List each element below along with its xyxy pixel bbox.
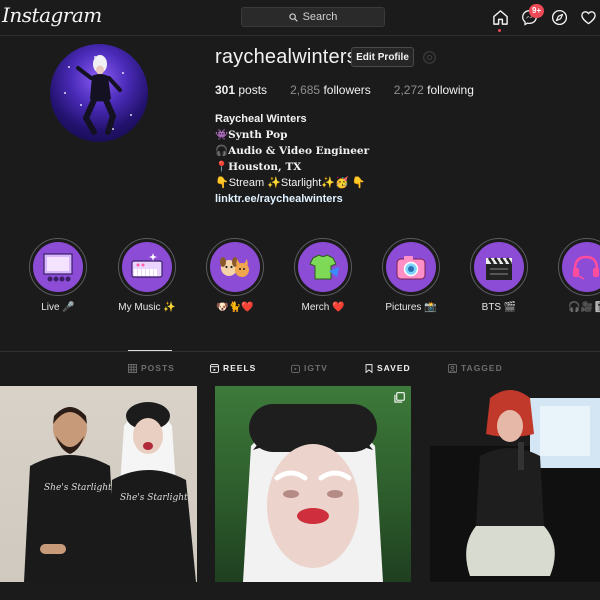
pets-icon (220, 257, 249, 277)
posts-label: posts (238, 83, 268, 97)
search-input[interactable]: Search (241, 7, 385, 27)
clapperboard-icon (486, 257, 513, 280)
highlight-audio-video[interactable]: 🎧🎥🎚️ (558, 238, 600, 313)
following-label: following (427, 83, 474, 97)
following-stat[interactable]: 2,272 following (394, 83, 474, 97)
headset-icon (573, 255, 599, 280)
camera-icon (396, 256, 426, 280)
highlight-label: BTS 🎬 (481, 302, 517, 313)
highlight-label: Live 🎤 (41, 302, 75, 313)
bookmark-icon (365, 363, 373, 373)
synth-keyboard-icon (131, 253, 163, 278)
highlight-pets[interactable]: 🐶🐈❤️ (206, 238, 264, 313)
highlight-my-music[interactable]: My Music ✨ (118, 238, 176, 313)
bio-line-location: 📍Houston, TX (215, 161, 302, 173)
profile-username: raycheal​winters (215, 46, 357, 68)
highlight-pictures[interactable]: Pictures 📸 (382, 238, 440, 313)
concert-stage-icon (43, 253, 73, 282)
posts-stat: 301 posts (215, 83, 267, 97)
tab-label: SAVED (377, 363, 411, 373)
bio-link[interactable]: linktr.ee/raychealwinters (215, 191, 369, 207)
highlight-label: My Music ✨ (118, 302, 176, 313)
notification-badge: 9+ (529, 4, 545, 18)
tab-label: IGTV (304, 363, 328, 373)
edit-profile-button[interactable]: Edit Profile (351, 47, 414, 67)
tab-reels[interactable]: REELS (210, 363, 256, 373)
tab-posts[interactable]: POSTS (128, 363, 175, 373)
highlight-bts[interactable]: BTS 🎬 (470, 238, 528, 313)
tab-saved[interactable]: SAVED (365, 363, 411, 373)
active-tab-indicator (128, 350, 172, 351)
bio-line-occupation: 🎧Audio & Video Engineer (215, 145, 370, 157)
bio-full-name: Raycheal Winters (215, 113, 307, 125)
instagram-logo[interactable]: Instagram (2, 3, 102, 27)
home-active-dot (498, 29, 501, 32)
tshirt-icon (309, 254, 339, 280)
bio-line-stream: 👇Stream ✨Starlight✨🥳 👇 (215, 177, 366, 189)
profile-avatar[interactable] (50, 44, 148, 142)
search-icon (288, 12, 298, 22)
post-thumbnail[interactable] (430, 386, 600, 582)
settings-gear-icon[interactable] (422, 50, 437, 65)
top-navigation-bar: Instagram Search 9+ (0, 0, 600, 36)
post-image: She's Starlight She's Starlight (24, 402, 196, 582)
post-thumbnail[interactable]: She's Starlight She's Starlight (0, 386, 197, 582)
grid-icon (128, 363, 137, 373)
tab-igtv[interactable]: IGTV (291, 363, 328, 373)
profile-bio: Raycheal Winters 👾Synth Pop 🎧Audio & Vid… (215, 111, 369, 207)
igtv-icon (291, 364, 300, 373)
profile-stats: 301 posts 2,685 followers 2,272 followin… (215, 83, 474, 97)
highlight-label: Pictures 📸 (385, 302, 437, 313)
following-count: 2,272 (393, 83, 424, 97)
tag-icon (448, 363, 457, 373)
bio-line-genre: 👾Synth Pop (215, 129, 288, 141)
post-image (243, 404, 383, 582)
tab-label: REELS (223, 363, 257, 373)
multiple-images-icon (394, 392, 405, 403)
post-thumbnail[interactable] (215, 386, 411, 582)
post-image (430, 386, 600, 576)
highlight-live[interactable]: Live 🎤 (29, 238, 87, 313)
heart-icon[interactable] (577, 6, 599, 28)
shirt-text: She's Starlight (120, 493, 188, 503)
highlight-merch[interactable]: Merch ❤️ (294, 238, 352, 313)
followers-label: followers (323, 83, 371, 97)
shirt-text: She's Starlight (44, 483, 112, 493)
highlight-label: Merch ❤️ (301, 302, 345, 313)
highlight-label: 🐶🐈❤️ (216, 302, 254, 313)
tabs-divider (0, 351, 600, 352)
posts-count: 301 (215, 83, 236, 97)
highlight-label: 🎧🎥🎚️ (568, 302, 600, 313)
followers-count: 2,685 (290, 83, 321, 97)
tab-label: POSTS (141, 363, 175, 373)
compass-icon[interactable] (548, 6, 570, 28)
home-icon[interactable] (489, 6, 511, 28)
tab-tagged[interactable]: TAGGED (448, 363, 503, 373)
reels-icon (210, 363, 219, 373)
search-placeholder: Search (302, 11, 338, 23)
tab-label: TAGGED (461, 363, 503, 373)
followers-stat[interactable]: 2,685 followers (290, 83, 371, 97)
